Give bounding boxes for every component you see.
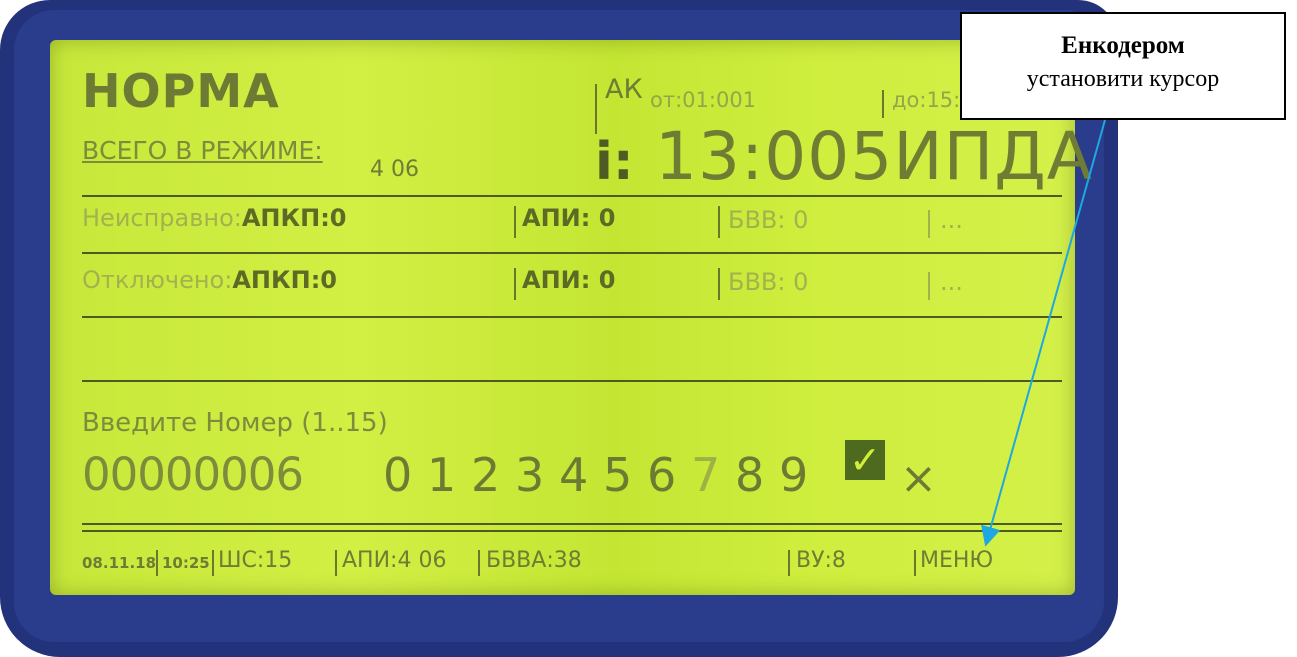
callout-text: установити курсор xyxy=(1026,66,1220,92)
encoder-callout: Енкодером установити курсор xyxy=(960,12,1286,120)
callout-title: Енкодером xyxy=(1061,32,1185,59)
